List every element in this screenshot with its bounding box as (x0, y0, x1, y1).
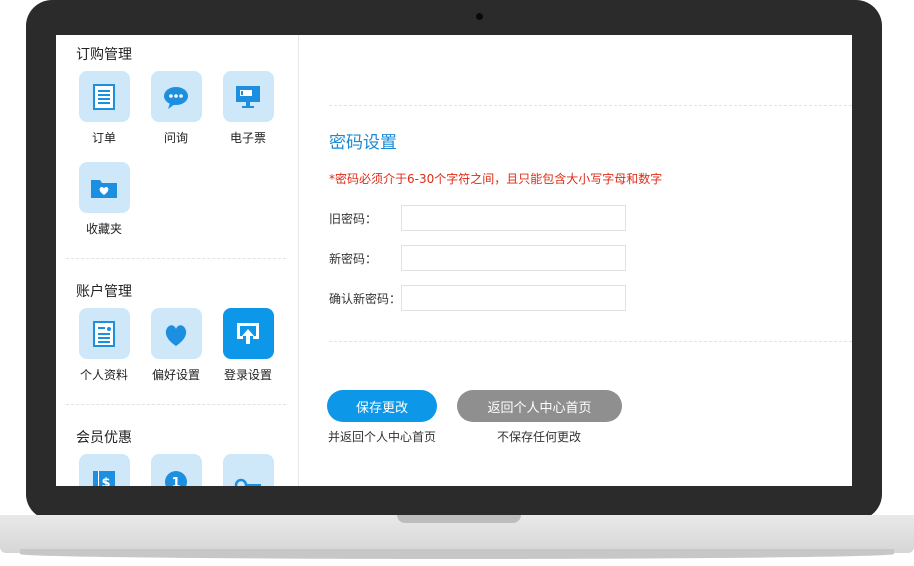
favorite-folder-icon (91, 179, 117, 198)
eticket-tile[interactable] (222, 71, 274, 122)
inquiry-tile[interactable] (150, 71, 202, 122)
document-icon (93, 83, 115, 110)
sidebar-item-favorites[interactable]: 收藏夹 (68, 162, 140, 237)
app-screen: 订购管理 订单 问询 电子票 收藏夹 账户管理 个人资料 偏好设置 登录设置 会… (56, 35, 852, 486)
sidebar-item-label: 问询 (163, 131, 188, 145)
form-divider (329, 341, 852, 342)
member-info-tile[interactable]: 1 (150, 454, 202, 487)
sidebar-item-label: 电子票 (229, 131, 266, 145)
profile-card-icon (93, 320, 115, 347)
sidebar: 订购管理 订单 问询 电子票 收藏夹 账户管理 个人资料 偏好设置 登录设置 会… (56, 35, 299, 486)
sidebar-item-coupon[interactable]: $ (68, 454, 140, 486)
back-button-caption: 不保存任何更改 (497, 430, 582, 444)
old-password-input[interactable] (401, 205, 626, 231)
confirm-password-label: 确认新密码： (329, 292, 402, 306)
new-password-input[interactable] (401, 245, 626, 271)
top-divider (329, 105, 852, 106)
info-circle-icon: 1 (165, 470, 187, 487)
preferences-tile[interactable] (150, 308, 202, 359)
login-upload-icon (237, 322, 259, 344)
key-tile[interactable] (222, 454, 274, 486)
section-title-orders: 订购管理 (76, 47, 132, 63)
sidebar-item-label: 个人资料 (79, 368, 128, 382)
profile-tile[interactable] (78, 308, 130, 359)
sidebar-item-eticket[interactable]: 电子票 (212, 71, 284, 146)
section-title-member: 会员优惠 (76, 430, 132, 446)
section-title-account: 账户管理 (76, 284, 132, 300)
sidebar-item-preferences[interactable]: 偏好设置 (140, 308, 212, 383)
coupon-dollar-icon: $ (93, 470, 115, 487)
old-password-label: 旧密码： (329, 212, 378, 226)
svg-text:1: 1 (171, 476, 180, 487)
coupon-tile[interactable]: $ (78, 454, 130, 487)
favorites-tile[interactable] (78, 162, 130, 213)
save-button-caption: 并返回个人中心首页 (328, 430, 437, 444)
sidebar-item-label: 订单 (91, 131, 116, 145)
password-rule-notice: *密码必须介于6-30个字符之间，且只能包含大小写字母和数字 (329, 172, 663, 186)
sidebar-item-inquiry[interactable]: 问询 (140, 71, 212, 146)
sidebar-item-login-settings[interactable]: 登录设置 (212, 308, 284, 383)
laptop-base-shadow (20, 549, 894, 559)
svg-text:$: $ (101, 476, 110, 487)
section-divider (66, 258, 286, 259)
sidebar-item-key[interactable] (212, 454, 284, 486)
back-to-home-button[interactable]: 返回个人中心首页 (457, 390, 622, 422)
confirm-password-input[interactable] (401, 285, 626, 311)
sidebar-item-label: 收藏夹 (85, 222, 122, 236)
camera-dot (476, 13, 483, 20)
sidebar-item-profile[interactable]: 个人资料 (68, 308, 140, 383)
save-button[interactable]: 保存更改 (327, 390, 437, 422)
sidebar-item-label: 登录设置 (223, 368, 272, 382)
monitor-ticket-icon (236, 85, 260, 108)
new-password-label: 新密码： (329, 252, 378, 266)
main-content: 密码设置 *密码必须介于6-30个字符之间，且只能包含大小写字母和数字 旧密码：… (299, 35, 852, 486)
heart-icon (165, 324, 187, 346)
key-icon (234, 478, 261, 486)
laptop-notch (397, 515, 521, 523)
section-divider (66, 404, 286, 405)
login-settings-tile[interactable] (222, 308, 274, 359)
sidebar-item-label: 偏好设置 (151, 368, 200, 382)
sidebar-item-member-info[interactable]: 1 (140, 454, 212, 486)
orders-tile[interactable] (78, 71, 130, 122)
page-title: 密码设置 (329, 133, 397, 153)
sidebar-item-orders[interactable]: 订单 (68, 71, 140, 146)
chat-bubble-icon (164, 86, 188, 109)
